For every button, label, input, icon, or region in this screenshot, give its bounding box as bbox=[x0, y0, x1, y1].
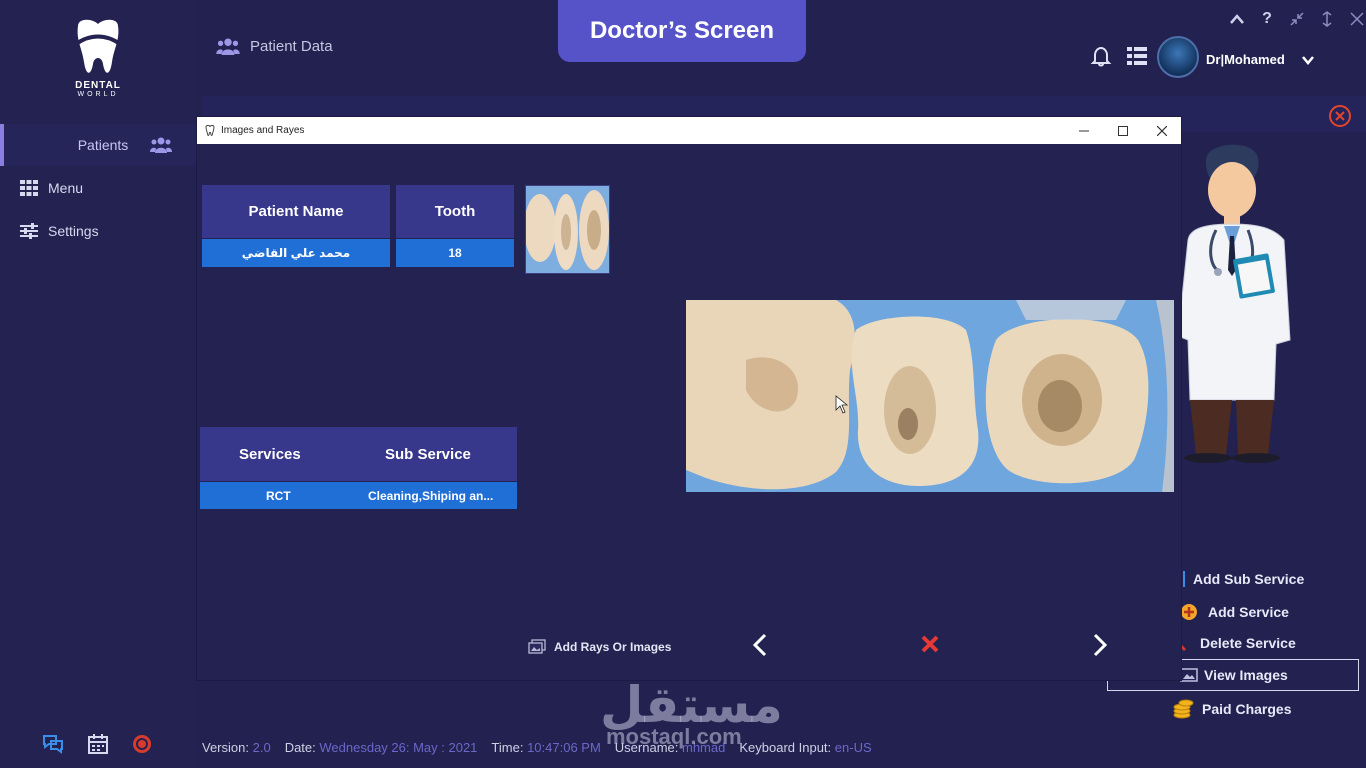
maximize-icon[interactable] bbox=[1103, 117, 1142, 144]
version-info: Version: 2.0 bbox=[202, 740, 271, 755]
date-info: Date: Wednesday 26: May : 2021 bbox=[284, 740, 478, 755]
keyboard-info: Keyboard Input: en-US bbox=[739, 740, 872, 755]
tooth-icon bbox=[205, 125, 215, 136]
tooth-cell[interactable]: 18 bbox=[396, 239, 514, 267]
action-label: View Images bbox=[1204, 667, 1288, 683]
services-row[interactable]: RCT Cleaning,Shiping an... bbox=[200, 482, 517, 509]
patient-name-header: Patient Name bbox=[202, 185, 390, 238]
watermark-latin: mostaql.com bbox=[606, 724, 742, 749]
grid-icon bbox=[20, 180, 38, 196]
resize-icon[interactable] bbox=[1318, 11, 1336, 27]
dental-image-viewer[interactable] bbox=[686, 300, 1174, 492]
view-images-button[interactable]: View Images bbox=[1180, 667, 1288, 683]
close-icon[interactable] bbox=[1348, 12, 1366, 26]
sub-service-cell: Cleaning,Shiping an... bbox=[368, 488, 494, 503]
screen-tab: Doctor’s Screen bbox=[558, 0, 806, 62]
add-rays-button[interactable]: Add Rays Or Images bbox=[528, 639, 671, 655]
delete-image-icon[interactable] bbox=[920, 634, 940, 659]
tooth-logo-icon bbox=[74, 19, 122, 73]
sidebar-item-settings[interactable]: Settings bbox=[0, 210, 196, 252]
coins-icon bbox=[1172, 699, 1196, 719]
dialog-titlebar: Images and Rayes bbox=[197, 117, 1181, 144]
list-icon[interactable] bbox=[1127, 47, 1147, 70]
sidebar-bottom-tools bbox=[42, 734, 152, 759]
close-circle-icon[interactable] bbox=[1328, 104, 1352, 133]
image-thumbnail[interactable] bbox=[525, 185, 610, 274]
action-label: Paid Charges bbox=[1202, 701, 1292, 717]
divider-bar-icon bbox=[1183, 571, 1185, 587]
plus-circle-icon bbox=[1180, 603, 1198, 621]
bell-icon[interactable] bbox=[1090, 45, 1112, 72]
calendar-icon[interactable] bbox=[88, 734, 108, 759]
action-label: Delete Service bbox=[1200, 635, 1296, 651]
close-icon[interactable] bbox=[1142, 117, 1181, 144]
images-stack-icon bbox=[528, 639, 546, 655]
page-title-text: Patient Data bbox=[250, 38, 333, 55]
app-logo: DENTAL WORLD bbox=[62, 18, 134, 98]
sidebar-item-label: Menu bbox=[48, 180, 84, 196]
services-table-header: Services Sub Service bbox=[200, 427, 517, 481]
status-bar: Version: 2.0 Date: Wednesday 26: May : 2… bbox=[202, 740, 872, 755]
add-service-button[interactable]: Add Service bbox=[1180, 603, 1289, 621]
logo-text: DENTAL bbox=[75, 80, 121, 91]
paid-charges-button[interactable]: Paid Charges bbox=[1172, 699, 1291, 719]
add-rays-label: Add Rays Or Images bbox=[554, 640, 672, 654]
minimize-icon[interactable] bbox=[1064, 117, 1103, 144]
chevron-left-icon[interactable] bbox=[750, 632, 770, 663]
tooth-header: Tooth bbox=[396, 185, 514, 238]
sidebar-item-menu[interactable]: Menu bbox=[0, 167, 196, 209]
users-icon bbox=[150, 137, 172, 156]
logo-subtext: WORLD bbox=[77, 91, 119, 98]
add-sub-service-button[interactable]: Add Sub Service bbox=[1183, 571, 1304, 587]
sidebar-item-label: Settings bbox=[48, 223, 99, 239]
action-label: Add Sub Service bbox=[1193, 571, 1305, 587]
patient-name-cell[interactable]: محمد علي القاضي bbox=[202, 239, 390, 267]
time-info: Time: 10:47:06 PM bbox=[491, 740, 601, 755]
user-name[interactable]: Dr|Mohamed bbox=[1206, 52, 1285, 67]
chevron-right-icon[interactable] bbox=[1090, 632, 1110, 663]
service-cell: RCT bbox=[266, 488, 291, 503]
delete-service-button[interactable]: Delete Service bbox=[1180, 635, 1296, 651]
services-header: Services bbox=[239, 445, 301, 463]
action-label: Add Service bbox=[1208, 604, 1289, 620]
delete-icon bbox=[1180, 635, 1194, 651]
sidebar: DENTAL WORLD Patients Menu Settings bbox=[0, 0, 196, 768]
users-icon bbox=[216, 38, 240, 55]
sliders-icon bbox=[20, 223, 38, 239]
chat-icon[interactable] bbox=[42, 734, 64, 759]
help-icon[interactable]: ? bbox=[1258, 10, 1276, 28]
sidebar-item-label: Patients bbox=[77, 137, 129, 153]
image-icon bbox=[1180, 668, 1198, 682]
avatar[interactable] bbox=[1157, 36, 1199, 78]
power-icon[interactable] bbox=[132, 734, 152, 759]
chevron-down-icon[interactable] bbox=[1302, 52, 1314, 70]
sidebar-item-patients[interactable]: Patients bbox=[0, 124, 196, 166]
page-title: Patient Data bbox=[216, 38, 333, 55]
sub-service-header: Sub Service bbox=[385, 445, 471, 463]
window-controls: ? bbox=[1228, 10, 1366, 28]
dialog-window-buttons bbox=[1064, 117, 1181, 144]
doctor-illustration bbox=[1176, 140, 1296, 470]
dialog-title: Images and Rayes bbox=[221, 125, 305, 136]
minimize-icon[interactable] bbox=[1288, 12, 1306, 26]
chevron-up-icon[interactable] bbox=[1228, 14, 1246, 24]
